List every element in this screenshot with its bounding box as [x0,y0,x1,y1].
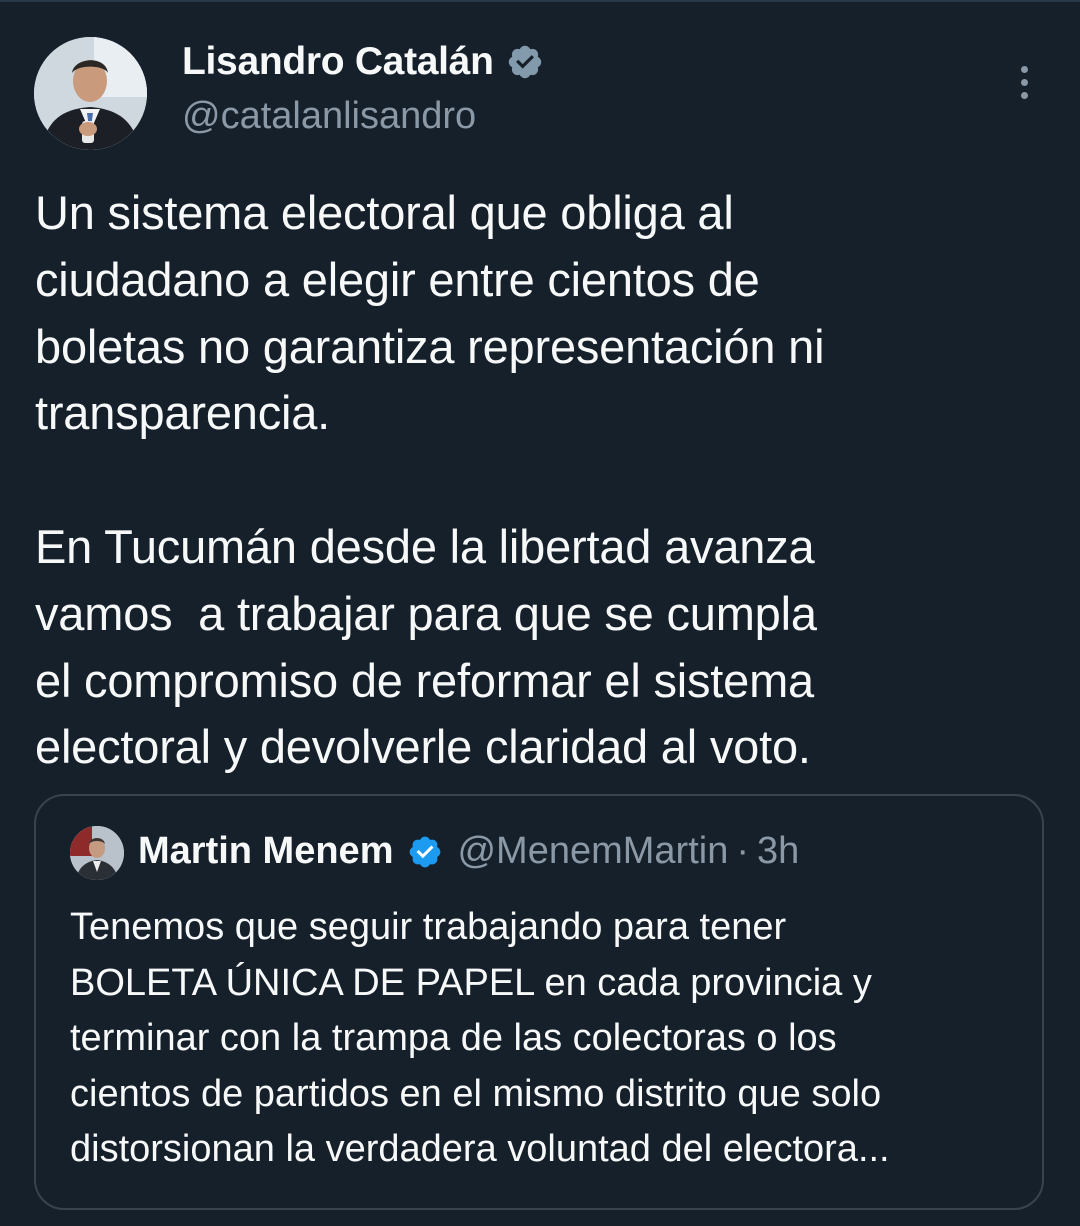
header-separator: · [736,830,750,872]
quoted-tweet-card[interactable]: Martin Menem @MenemMartin · 3h Tenemos q… [34,794,1044,1210]
author-name-row[interactable]: Lisandro Catalán [182,40,544,84]
quoted-tweet-time[interactable]: 3h [757,830,799,873]
verified-badge-icon [410,836,441,867]
verified-badge-icon [508,45,541,79]
more-dot [1020,78,1028,86]
quoted-author-name[interactable]: Martin Menem [138,830,393,873]
tweet-text: Un sistema electoral que obliga al ciuda… [35,186,825,774]
author-handle[interactable]: @catalanlisandro [182,95,476,138]
quoted-tweet-header: Martin Menem @MenemMartin · 3h [138,830,799,873]
quoted-author-handle[interactable]: @MenemMartin [457,830,728,873]
author-name[interactable]: Lisandro Catalán [182,40,494,84]
more-options-icon[interactable] [1002,58,1046,106]
quoted-tweet-text: Tenemos que seguir trabajando para tener… [70,906,890,1171]
author-avatar[interactable] [34,37,147,150]
more-dot [1020,65,1028,73]
more-dot [1020,91,1028,99]
top-divider [0,0,1080,2]
quoted-author-avatar[interactable] [70,826,124,880]
